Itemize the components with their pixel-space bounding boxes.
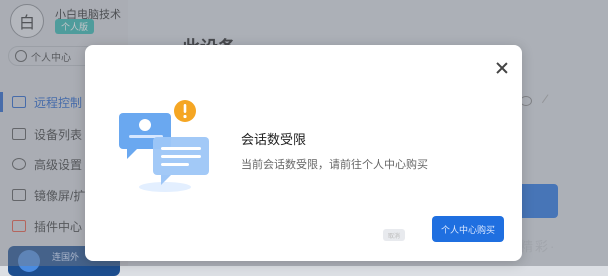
buy-button[interactable]: 个人中心购买 <box>432 216 504 242</box>
dialog-message: 当前会话数受限，请前往个人中心购买 <box>241 159 428 171</box>
session-limit-dialog: 会话数受限 当前会话数受限，请前往个人中心购买 取消 个人中心购买 <box>85 45 522 261</box>
chat-warning-illustration <box>119 100 209 192</box>
cancel-button[interactable]: 取消 <box>383 229 405 241</box>
close-icon[interactable] <box>493 59 511 77</box>
dialog-title: 会话数受限 <box>241 132 307 147</box>
